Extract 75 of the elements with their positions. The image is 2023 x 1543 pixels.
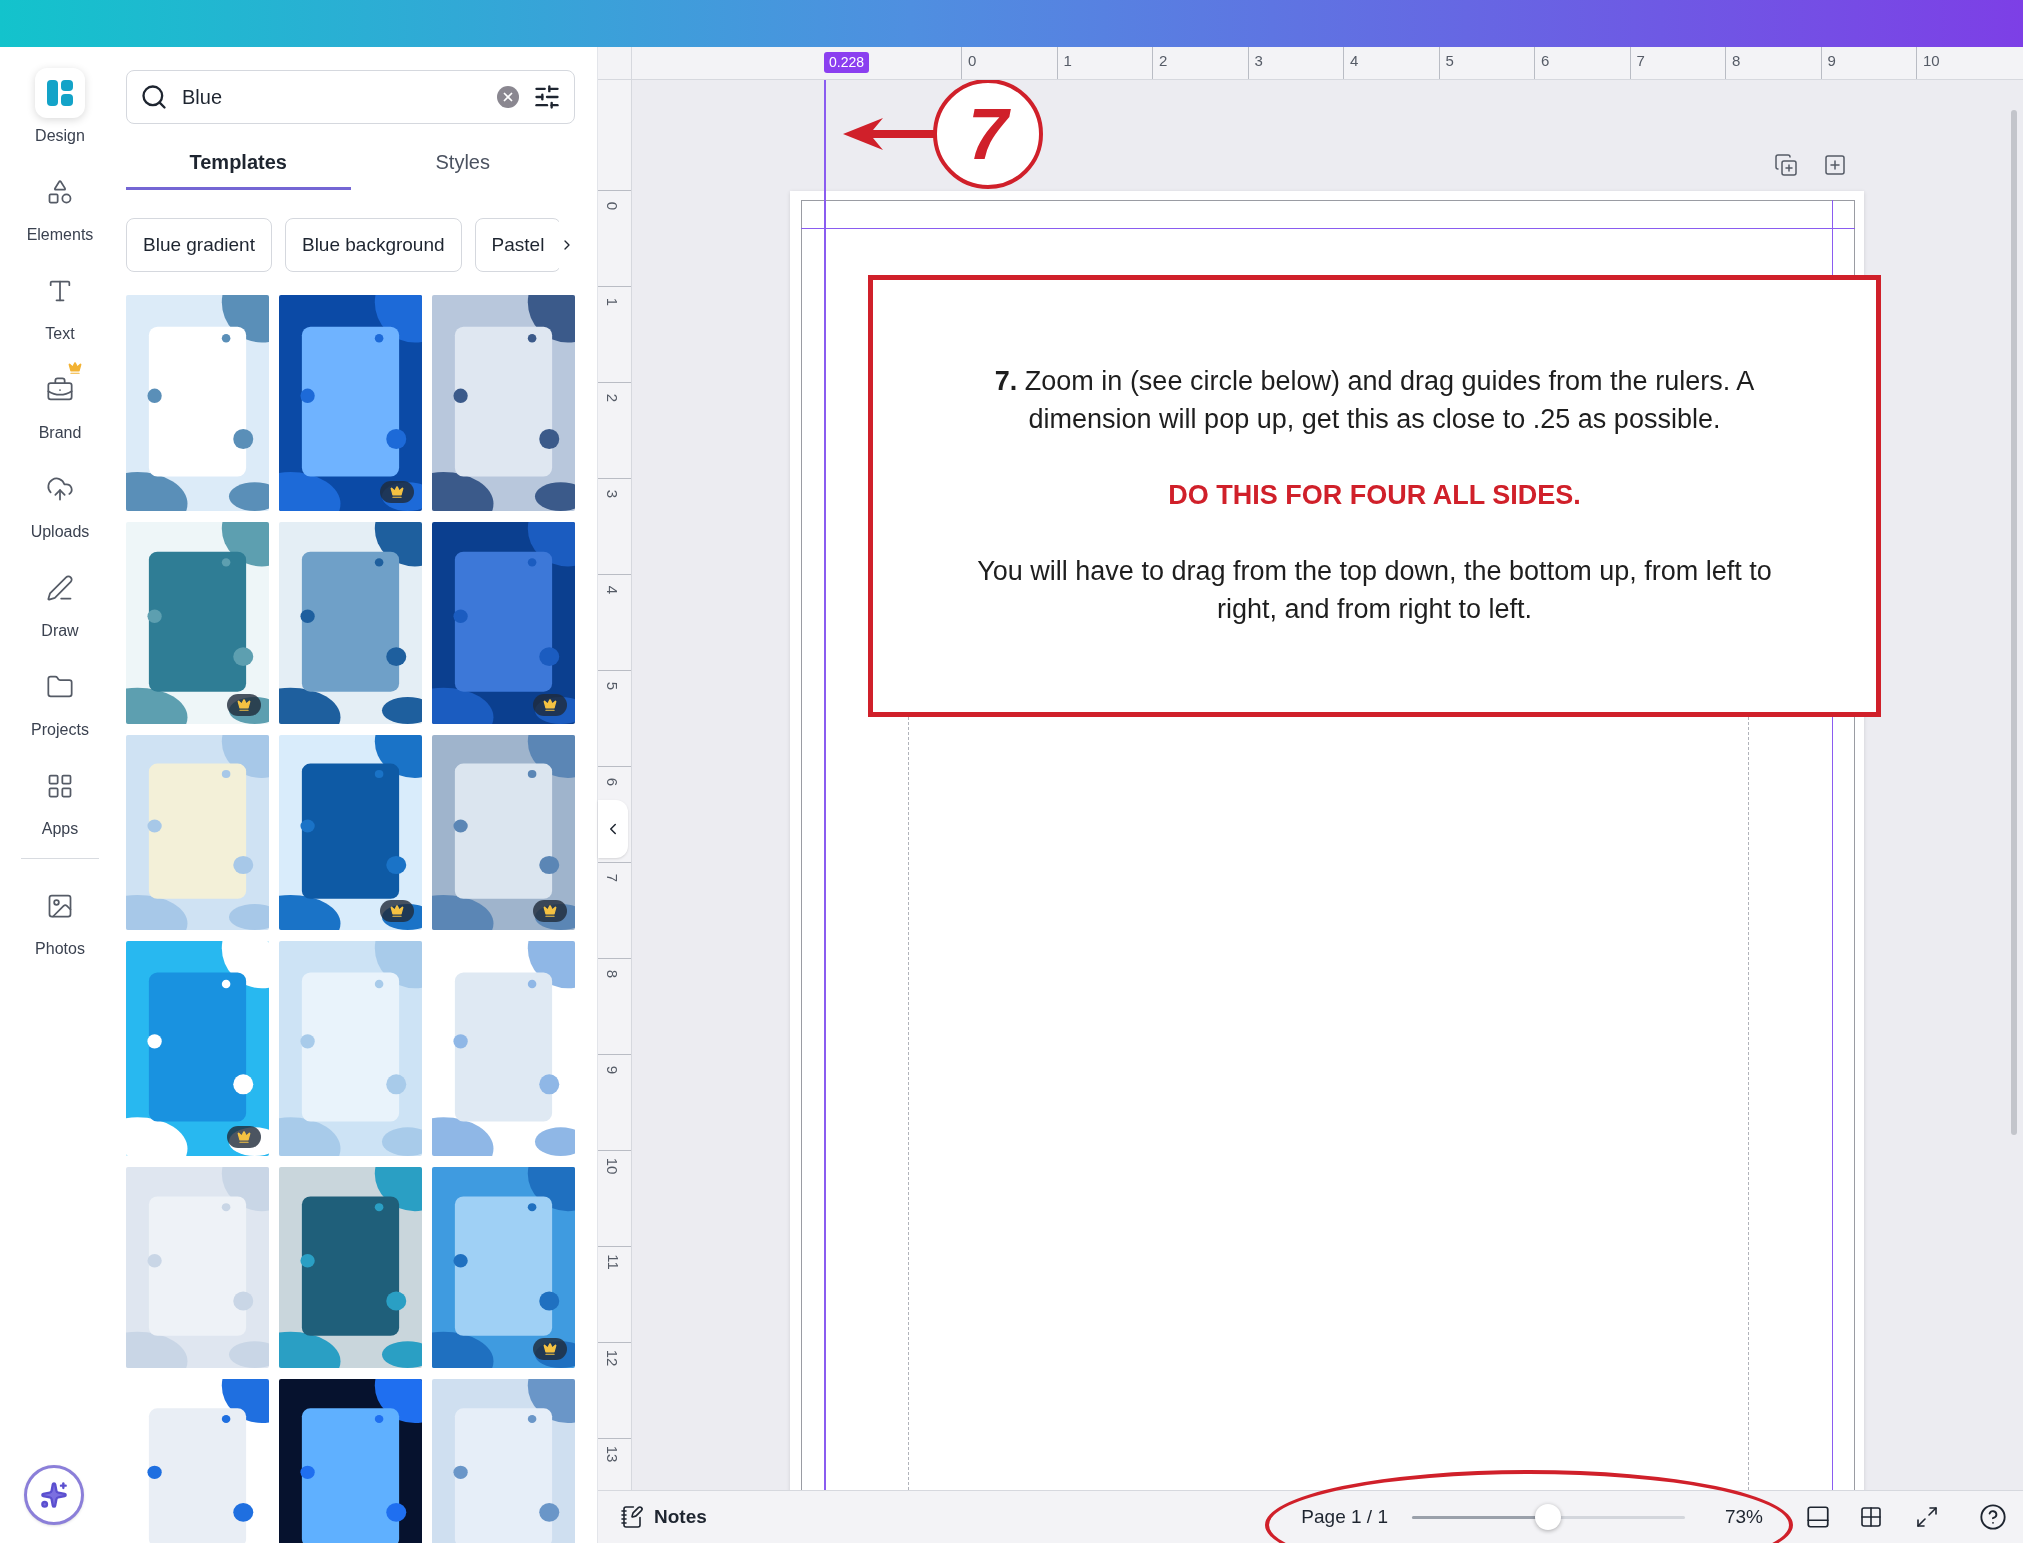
crown-icon [543,698,557,712]
rail-item[interactable]: Brand [0,365,120,464]
image-icon [46,892,74,920]
zoom-reading: 73% [1724,1504,1763,1529]
sparkles-icon [40,1481,68,1509]
duplicate-page-icon[interactable] [1774,153,1798,177]
rail-item[interactable]: Photos [0,881,120,980]
ruler-label: 2 [605,393,623,403]
ruler-label: 4 [1350,52,1359,69]
ruler-label: 10 [1923,52,1940,69]
layout-icon [46,79,74,107]
crown-icon [68,361,82,375]
search-icon [140,83,168,111]
ruler-label: 6 [605,777,623,787]
ruler-label: 11 [605,1254,623,1270]
ruler-label: 1 [1063,52,1072,69]
page-indicator: Page 1 / 1 [1301,1504,1388,1529]
crown-icon [390,904,404,918]
close-icon [501,90,515,104]
crown-icon [237,698,251,712]
crown-icon [543,904,557,918]
ruler-label: 3 [605,489,623,499]
apps-icon [46,772,74,800]
tab[interactable]: Styles [350,140,575,190]
sparkles-button[interactable] [24,1465,84,1525]
tab[interactable]: Templates [126,140,351,190]
filter-icon[interactable] [533,83,561,111]
instruction-text: 7. Zoom in (see circle below) and drag guides from the rulers. A dimension will pop up, get this as close to .25 as possible. [993,365,1756,436]
pages-panel-icon[interactable] [1805,1504,1831,1530]
notes-button[interactable]: Notes [620,1502,707,1532]
pen-icon [46,574,74,602]
rail-item[interactable]: Projects [0,662,120,761]
filter-chip[interactable]: Blue background [284,218,462,272]
ruler-label: 0 [605,201,623,211]
ruler-label: 7 [1636,52,1645,69]
ruler-label: 7 [605,873,623,883]
ruler-label: 5 [605,681,623,691]
search-field[interactable]: Blue [126,70,575,124]
ruler-label: 13 [605,1445,623,1463]
zoom-slider[interactable] [1411,1504,1685,1530]
help-icon[interactable] [1979,1503,2007,1531]
rail-item[interactable]: Apps [0,761,120,860]
crown-icon [237,1130,251,1144]
ruler-label: 5 [1445,52,1454,69]
warning-text: DO THIS FOR FOUR ALL SIDES. [1168,479,1581,512]
filter-chip[interactable]: Blue gradient [126,218,272,272]
ruler-label: 0 [968,52,977,69]
grid-icon[interactable] [1859,1505,1883,1529]
rail-item[interactable]: Design [0,68,120,167]
ruler-label: 6 [1541,52,1550,69]
ruler-label: 9 [605,1065,623,1075]
rail-item[interactable]: Elements [0,167,120,266]
ruler-label: 8 [605,969,623,979]
ruler-label: 2 [1159,52,1168,69]
crown-icon [543,1342,557,1356]
rail-item[interactable]: Text [0,266,120,365]
slider-thumb[interactable] [1535,1504,1562,1530]
guide-reading: 0.228 [824,52,870,73]
ruler-label: 9 [1827,52,1836,69]
crown-icon [390,485,404,499]
rail-item[interactable]: Uploads [0,464,120,563]
shapes-icon [46,178,74,206]
ruler-label: 3 [1254,52,1263,69]
cloud-upload-icon [46,475,74,503]
rail-item[interactable]: Draw [0,563,120,662]
add-page-icon[interactable] [1823,153,1847,177]
clear-button[interactable] [497,86,519,108]
notes-icon [620,1505,644,1529]
fullscreen-icon[interactable] [1915,1505,1939,1529]
ruler-label: 4 [605,585,623,595]
ruler-label: 10 [605,1157,623,1175]
instruction-text: You will have to drag from the top down, the bottom up, from left to right, and from right to left. [976,555,1773,626]
ruler-label: 1 [605,297,623,307]
ruler-label: 8 [1732,52,1741,69]
ruler-label: 12 [605,1349,623,1367]
